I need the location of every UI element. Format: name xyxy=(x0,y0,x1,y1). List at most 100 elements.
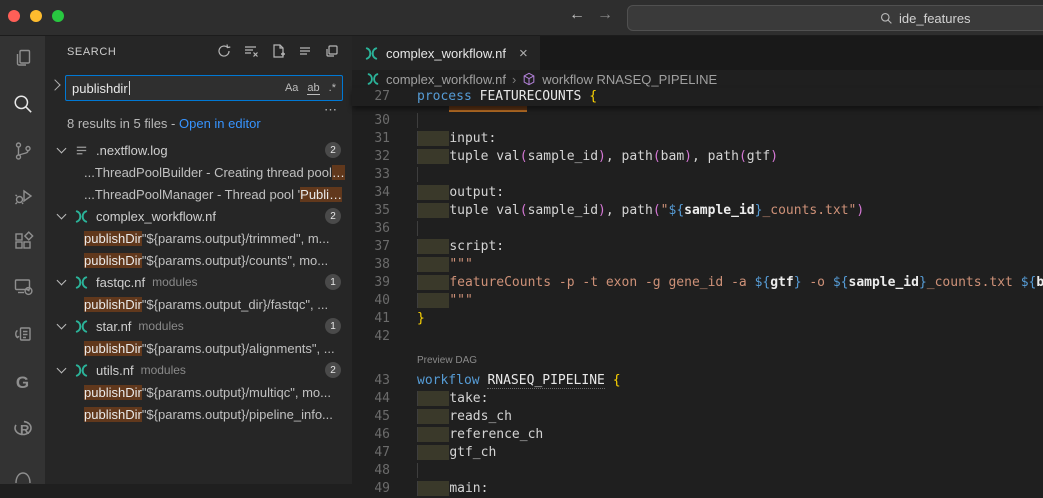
indent-highlight xyxy=(417,149,449,164)
file-name: utils.nf xyxy=(96,363,134,378)
command-center-search-box[interactable]: ide_features xyxy=(627,5,1043,31)
toggle-replace-chevron-icon[interactable] xyxy=(49,79,60,90)
line-number: 39 xyxy=(352,274,390,292)
chevron-down-icon[interactable] xyxy=(57,144,67,154)
explorer-icon[interactable] xyxy=(0,38,45,78)
code-line[interactable]: 41} xyxy=(352,310,1043,328)
navigate-forward-button[interactable]: → xyxy=(597,6,613,24)
code-line[interactable]: 46 reference_ch xyxy=(352,426,1043,444)
code-line[interactable]: 32 tuple val(sample_id), path(bam), path… xyxy=(352,148,1043,166)
extensions-icon[interactable] xyxy=(0,221,45,261)
open-new-search-editor-icon[interactable] xyxy=(270,43,286,64)
search-result-file-row[interactable]: utils.nfmodules2 xyxy=(45,359,352,381)
code-text: input: xyxy=(390,130,496,148)
code-text: workflow RNASEQ_PIPELINE { xyxy=(390,372,621,390)
code-line[interactable]: 31 input: xyxy=(352,130,1043,148)
source-control-icon[interactable] xyxy=(0,131,45,171)
code-line[interactable]: 30 xyxy=(352,112,1043,130)
remote-explorer-icon[interactable] xyxy=(0,266,45,306)
nextflow-icon xyxy=(74,275,89,290)
code-lines[interactable]: 27process FEATURECOUNTS {30 31 input:32 … xyxy=(352,88,1043,484)
search-result-match-row[interactable]: publishDir "${params.output}/multiqc", m… xyxy=(45,381,352,403)
search-result-match-row[interactable]: ...ThreadPoolManager - Thread pool 'Publ… xyxy=(45,183,352,205)
search-result-file-row[interactable]: .nextflow.log2 xyxy=(45,139,352,161)
code-line[interactable]: 39 featureCounts -p -t exon -g gene_id -… xyxy=(352,274,1043,292)
minimize-window-button[interactable] xyxy=(30,10,42,22)
search-result-match-row[interactable]: publishDir "${params.output}/alignments"… xyxy=(45,337,352,359)
code-text xyxy=(390,220,449,238)
open-in-editor-link[interactable]: Open in editor xyxy=(179,116,261,131)
code-line[interactable]: 36 xyxy=(352,220,1043,238)
search-input[interactable]: publishdir Aa ab .* xyxy=(65,75,343,101)
search-icon[interactable] xyxy=(0,84,45,124)
clear-search-results-icon[interactable] xyxy=(243,43,259,64)
indent-highlight xyxy=(417,427,449,442)
token: gtf xyxy=(747,149,770,164)
code-line[interactable]: 34 output: xyxy=(352,184,1043,202)
codelens-preview-dag[interactable]: Preview DAG xyxy=(352,346,1043,372)
file-name: .nextflow.log xyxy=(96,143,168,158)
token: ${ xyxy=(833,275,849,290)
code-line[interactable]: 37 script: xyxy=(352,238,1043,256)
code-text: """ xyxy=(390,292,473,310)
code-line[interactable]: 47 gtf_ch xyxy=(352,444,1043,462)
search-result-file-row[interactable]: complex_workflow.nf2 xyxy=(45,205,352,227)
tab-complex-workflow[interactable]: complex_workflow.nf × xyxy=(352,36,540,70)
activity-bar: G R xyxy=(0,36,45,484)
extra-extension-icon[interactable] xyxy=(0,456,45,496)
regex-toggle[interactable]: .* xyxy=(329,82,336,94)
token: bam xyxy=(1036,275,1043,290)
indent-guide xyxy=(417,463,449,478)
token: FEATURECOUNTS xyxy=(480,89,582,104)
search-result-match-row[interactable]: publishDir "${params.output}/trimmed", m… xyxy=(45,227,352,249)
run-debug-icon[interactable] xyxy=(0,176,45,216)
collapse-all-icon[interactable] xyxy=(324,43,340,64)
token: ( xyxy=(739,149,747,164)
match-case-toggle[interactable]: Aa xyxy=(285,82,298,94)
token: _counts.txt xyxy=(927,275,1021,290)
token: script: xyxy=(449,239,504,254)
chevron-down-icon[interactable] xyxy=(57,320,67,330)
line-number: 45 xyxy=(352,408,390,426)
code-text: tuple val(sample_id), path(bam), path(gt… xyxy=(390,148,778,166)
maximize-window-button[interactable] xyxy=(52,10,64,22)
search-result-match-row[interactable]: publishDir "${params.output}/counts", mo… xyxy=(45,249,352,271)
chevron-down-icon[interactable] xyxy=(57,210,67,220)
view-as-list-icon[interactable] xyxy=(297,43,313,64)
code-line[interactable]: 44 take: xyxy=(352,390,1043,408)
code-line[interactable]: 40 """ xyxy=(352,292,1043,310)
code-line[interactable]: 33 xyxy=(352,166,1043,184)
code-line[interactable]: 35 tuple val(sample_id), path("${sample_… xyxy=(352,202,1043,220)
close-window-button[interactable] xyxy=(8,10,20,22)
code-text: reference_ch xyxy=(390,426,543,444)
breadcrumb-symbol[interactable]: workflow RNASEQ_PIPELINE xyxy=(542,72,717,87)
line-number: 38 xyxy=(352,256,390,274)
navigate-back-button[interactable]: ← xyxy=(569,6,585,24)
search-result-file-row[interactable]: star.nfmodules1 xyxy=(45,315,352,337)
whole-word-toggle[interactable]: ab xyxy=(307,82,319,95)
search-details-toggle[interactable]: ⋯ xyxy=(324,102,338,118)
refresh-icon[interactable] xyxy=(216,43,232,64)
search-result-match-row[interactable]: publishDir "${params.output}/pipeline_in… xyxy=(45,403,352,425)
close-tab-icon[interactable]: × xyxy=(519,45,528,62)
references-icon[interactable] xyxy=(0,314,45,354)
code-line[interactable]: 42 xyxy=(352,328,1043,346)
token: , path xyxy=(606,149,653,164)
match-highlight: publishDir xyxy=(84,253,142,268)
chevron-down-icon[interactable] xyxy=(57,276,67,286)
search-result-match-row[interactable]: ...ThreadPoolBuilder - Creating thread p… xyxy=(45,161,352,183)
breadcrumb-file[interactable]: complex_workflow.nf xyxy=(386,72,506,87)
search-result-file-row[interactable]: fastqc.nfmodules1 xyxy=(45,271,352,293)
chevron-down-icon[interactable] xyxy=(57,364,67,374)
code-line[interactable]: 45 reads_ch xyxy=(352,408,1043,426)
code-line[interactable]: 49 main: xyxy=(352,480,1043,498)
sticky-scroll-line[interactable]: 27process FEATURECOUNTS { xyxy=(352,88,1043,106)
code-line[interactable]: 48 xyxy=(352,462,1043,480)
code-text: } xyxy=(390,310,425,328)
line-number: 41 xyxy=(352,310,390,328)
code-line[interactable]: 38 """ xyxy=(352,256,1043,274)
code-line[interactable]: 43workflow RNASEQ_PIPELINE { xyxy=(352,372,1043,390)
r-language-icon[interactable]: R xyxy=(0,409,45,449)
gitlens-icon[interactable]: G xyxy=(0,363,45,403)
search-result-match-row[interactable]: publishDir "${params.output_dir}/fastqc"… xyxy=(45,293,352,315)
